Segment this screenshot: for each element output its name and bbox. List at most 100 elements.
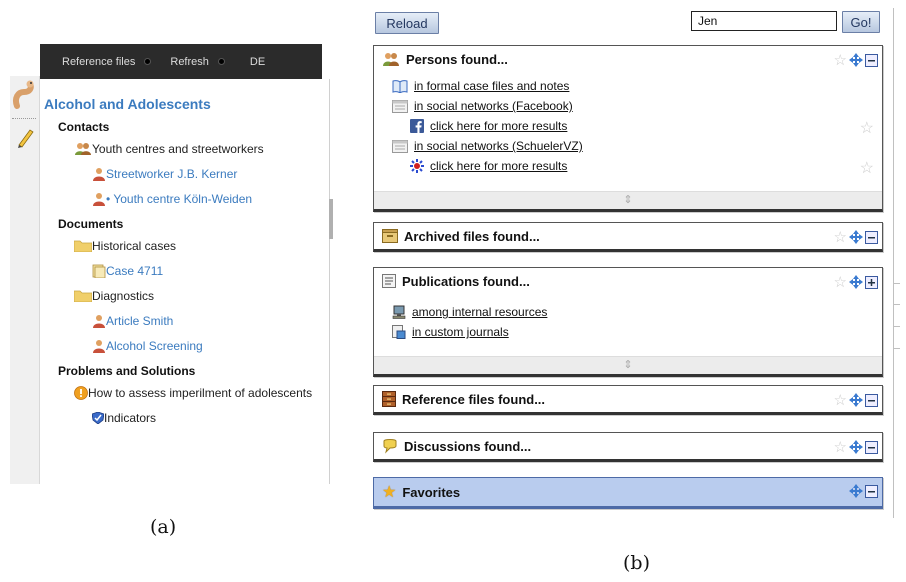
nav-reference-files[interactable]: Reference files <box>62 56 170 68</box>
reference-files-header[interactable]: Reference files found... ☆ <box>374 386 882 412</box>
tree-item-label: Indicators <box>104 410 157 425</box>
scrollbar-thumb[interactable] <box>329 199 333 239</box>
star-icon[interactable]: ☆ <box>834 391 847 409</box>
move-icon[interactable] <box>849 53 863 67</box>
persons-found-title: Persons found... <box>406 51 508 67</box>
tree-item-label: Youth centres and streetworkers <box>92 141 264 156</box>
list-item[interactable]: in formal case files and notes <box>392 76 882 96</box>
collapse-icon[interactable] <box>865 53 878 67</box>
star-icon[interactable]: ☆ <box>834 273 847 291</box>
archived-files-box: Archived files found... ☆ <box>373 222 883 252</box>
right-divider <box>893 8 894 518</box>
scrollbar[interactable] <box>329 79 333 484</box>
pencil-icon[interactable] <box>16 126 34 148</box>
expand-icon[interactable] <box>865 275 878 289</box>
box-controls: ☆ <box>834 228 878 246</box>
list-item-link[interactable]: in social networks (Facebook) <box>414 99 573 113</box>
resize-handle[interactable]: ⇕ <box>374 191 882 209</box>
tree-item-case-4711[interactable]: Case 4711 <box>44 258 324 283</box>
tree-item-how-to-assess[interactable]: How to assess imperilment of adolescents <box>44 380 324 405</box>
star-icon[interactable]: ☆ <box>834 438 847 456</box>
divider-dots <box>12 118 36 122</box>
favorites-title: Favorites <box>402 484 461 500</box>
nav-language-label: DE <box>249 55 266 68</box>
person-icon <box>93 167 105 181</box>
collapse-icon[interactable] <box>865 484 878 498</box>
section-problems-solutions: Problems and Solutions <box>58 364 196 378</box>
collapse-icon[interactable] <box>865 440 878 454</box>
reload-button[interactable]: Reload <box>375 12 439 34</box>
list-item[interactable]: in custom journals <box>392 322 882 342</box>
move-icon[interactable] <box>849 230 863 244</box>
list-item-link[interactable]: click here for more results <box>430 159 567 173</box>
archive-box-icon <box>382 229 398 243</box>
search-input[interactable] <box>691 11 837 31</box>
journal-icon <box>392 325 406 339</box>
list-item[interactable]: in social networks (Facebook) <box>392 96 882 116</box>
publication-icon <box>382 274 396 288</box>
tree-item-youth-centres[interactable]: Youth centres and streetworkers <box>44 136 324 161</box>
archived-files-header[interactable]: Archived files found... ☆ <box>374 223 882 249</box>
tree-item-diagnostics[interactable]: Diagnostics <box>44 283 324 308</box>
tree-item-label: • Youth centre Köln-Weiden <box>106 191 253 206</box>
list-item-link[interactable]: in custom journals <box>412 325 509 339</box>
caption-a: (a) <box>150 516 177 538</box>
resize-handle[interactable]: ⇕ <box>374 356 882 374</box>
persons-found-header[interactable]: Persons found... ☆ <box>374 46 882 72</box>
worm-logo-icon <box>12 80 34 109</box>
box-controls <box>849 484 878 498</box>
list-item[interactable]: click here for more results ☆ <box>392 156 882 178</box>
section-contacts: Contacts <box>58 120 110 134</box>
box-controls: ☆ <box>834 438 878 456</box>
box-controls: ☆ <box>834 51 878 69</box>
star-icon[interactable]: ☆ <box>860 158 874 178</box>
tree-item-alcohol-screening[interactable]: Alcohol Screening <box>44 333 324 358</box>
collapse-icon[interactable] <box>865 393 878 407</box>
nav-refresh[interactable]: Refresh <box>170 56 250 68</box>
reference-files-box: Reference files found... ☆ <box>373 385 883 415</box>
facebook-icon <box>410 119 424 133</box>
box-controls: ☆ <box>834 391 878 409</box>
tree-item-label: How to assess imperilment of adolescents <box>88 385 313 400</box>
tree-item-article-smith[interactable]: Article Smith <box>44 308 324 333</box>
tree-item-label: Case 4711 <box>106 263 164 278</box>
move-icon[interactable] <box>849 484 863 498</box>
favorites-star-icon: ★ <box>382 484 397 501</box>
box-controls: ☆ <box>834 273 878 291</box>
publications-header[interactable]: Publications found... ☆ <box>374 268 882 294</box>
folder-icon <box>74 290 92 302</box>
move-icon[interactable] <box>849 393 863 407</box>
caption-b: (b) <box>623 552 650 574</box>
move-icon[interactable] <box>849 440 863 454</box>
persons-found-list: in formal case files and notes in social… <box>374 72 882 178</box>
tree-item-streetworker[interactable]: Streetworker J.B. Kerner <box>44 161 324 186</box>
favorites-box: ★ Favorites <box>373 477 883 509</box>
list-item-link[interactable]: in formal case files and notes <box>414 79 569 93</box>
nav-dot-icon <box>145 59 151 64</box>
collapse-icon[interactable] <box>865 230 878 244</box>
star-icon[interactable]: ☆ <box>834 228 847 246</box>
list-item[interactable]: in social networks (SchuelerVZ) <box>392 136 882 156</box>
list-item-link[interactable]: in social networks (SchuelerVZ) <box>414 139 583 153</box>
file-cabinet-icon <box>382 391 396 407</box>
list-item[interactable]: among internal resources <box>392 302 882 322</box>
star-icon[interactable]: ☆ <box>860 118 874 138</box>
tree-item-indicators[interactable]: Indicators <box>44 405 324 430</box>
favorites-header[interactable]: ★ Favorites <box>374 478 882 506</box>
star-icon[interactable]: ☆ <box>834 51 847 69</box>
discussions-header[interactable]: Discussions found... ☆ <box>374 433 882 459</box>
tree-item-label: Diagnostics <box>92 288 155 303</box>
tree-item-youth-centre[interactable]: • Youth centre Köln-Weiden <box>44 186 324 211</box>
list-item-link[interactable]: click here for more results <box>430 119 567 133</box>
move-icon[interactable] <box>849 275 863 289</box>
list-item[interactable]: click here for more results ☆ <box>392 116 882 138</box>
tree-item-historical-cases[interactable]: Historical cases <box>44 233 324 258</box>
folder-icon <box>74 240 92 252</box>
person-icon <box>93 192 105 206</box>
discussions-title: Discussions found... <box>404 438 532 454</box>
discussions-box: Discussions found... ☆ <box>373 432 883 462</box>
go-button[interactable]: Go! <box>842 11 880 33</box>
list-item-link[interactable]: among internal resources <box>412 305 547 319</box>
window-icon <box>392 99 408 113</box>
nav-language-de[interactable]: DE <box>250 56 265 68</box>
